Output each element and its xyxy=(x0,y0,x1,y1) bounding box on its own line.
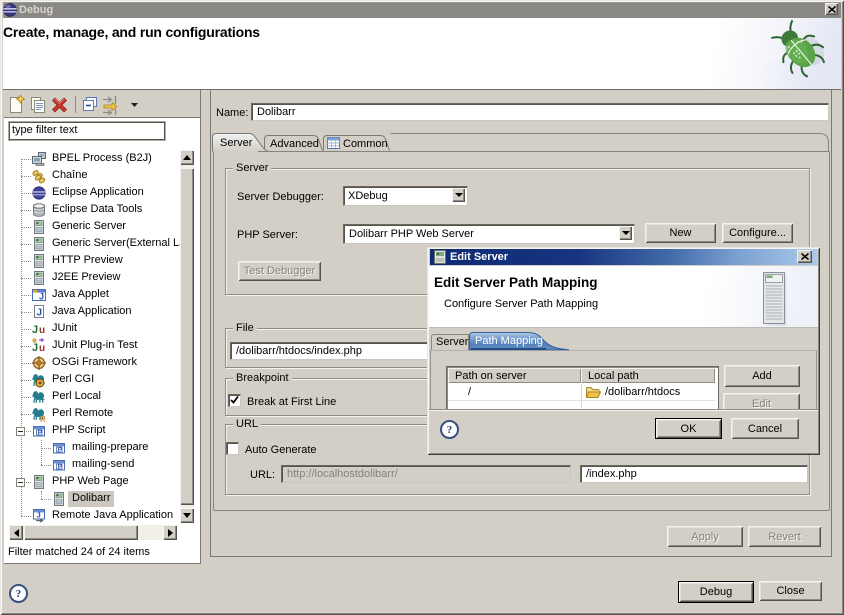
svg-text:R: R xyxy=(40,415,46,423)
